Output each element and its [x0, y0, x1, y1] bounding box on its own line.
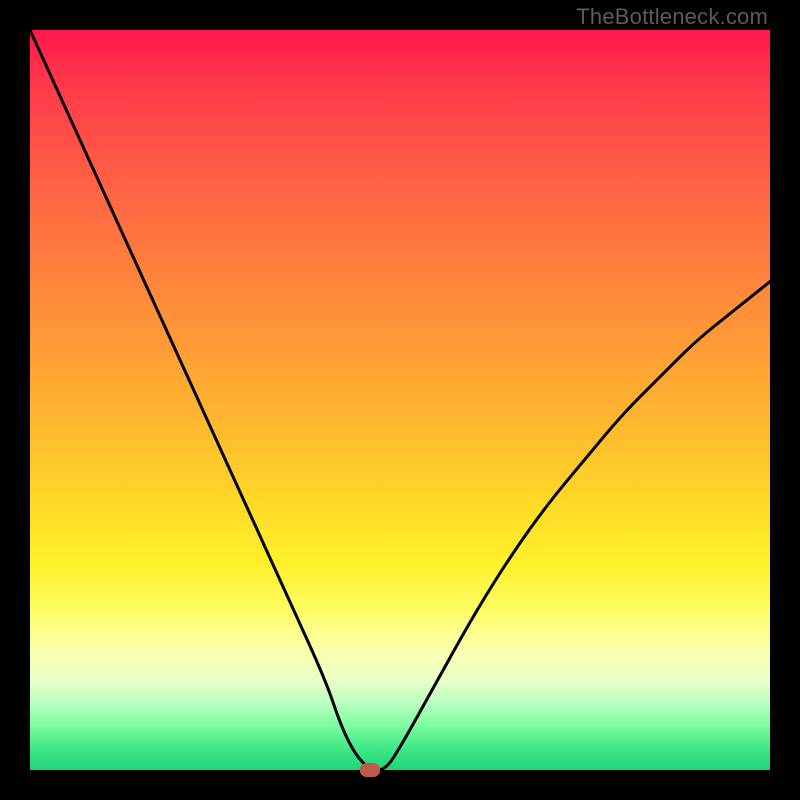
chart-frame: TheBottleneck.com — [0, 0, 800, 800]
watermark-text: TheBottleneck.com — [576, 4, 768, 30]
plot-area — [30, 30, 770, 770]
bottleneck-curve — [30, 30, 770, 770]
optimal-marker — [360, 763, 380, 777]
